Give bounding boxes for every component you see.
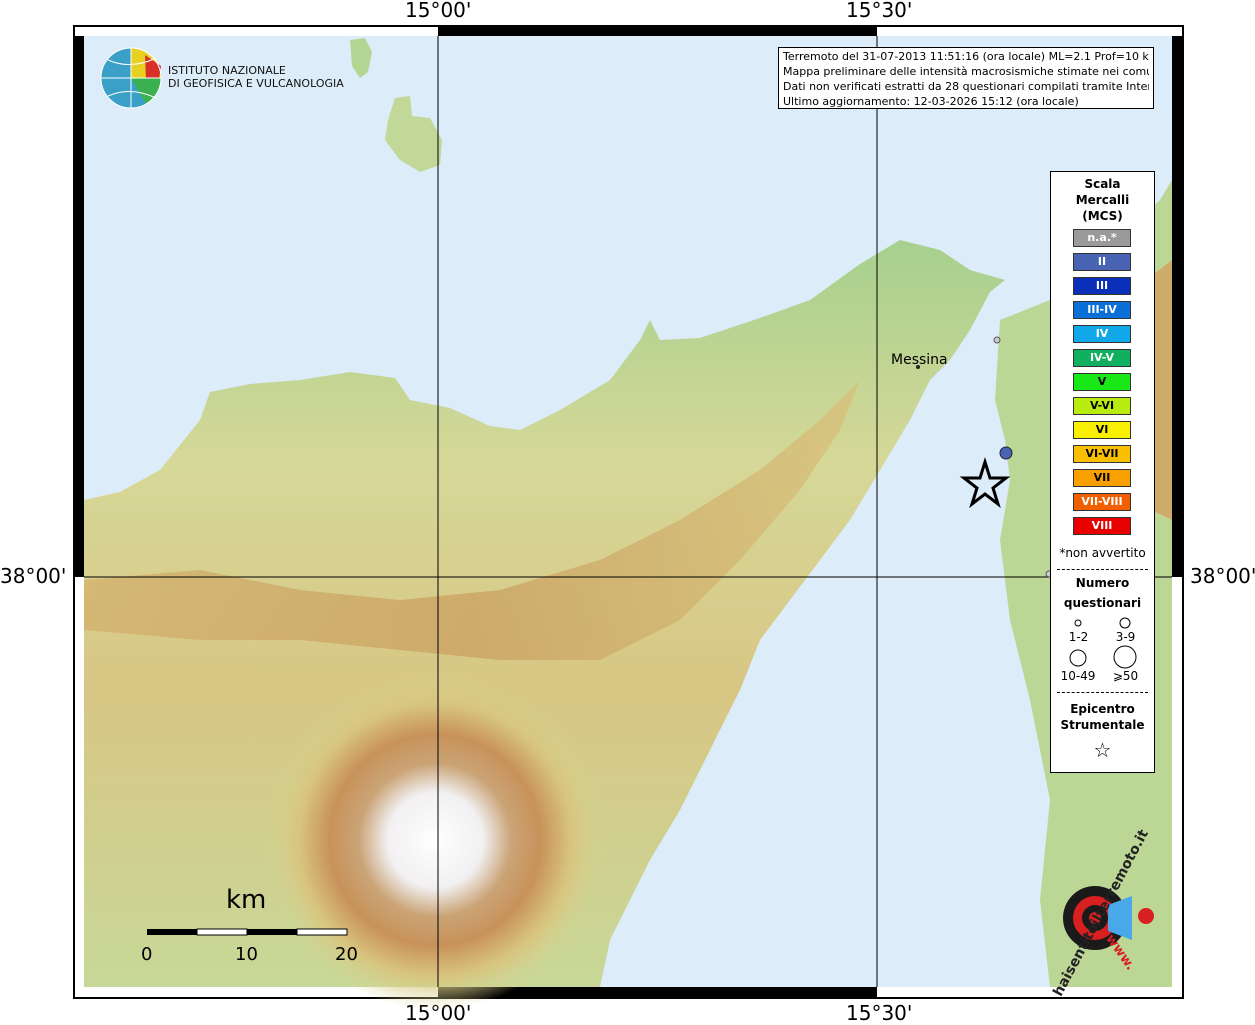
legend-separator-2 <box>1057 692 1148 693</box>
legend-count-title-2: questionari <box>1063 596 1142 610</box>
legend-swatch-12: VIII <box>1073 517 1131 535</box>
legend-title-1: Scala <box>1084 177 1121 191</box>
legend-swatch-7: V-VI <box>1073 397 1131 415</box>
legend-swatch-0: n.a.* <box>1073 229 1131 247</box>
legend-size-label-2: 3-9 <box>1115 630 1136 644</box>
legend-swatch-6: V <box>1073 373 1131 391</box>
legend-epicenter-title-1: Epicentro <box>1070 702 1135 716</box>
legend-size-label-4: ⩾50 <box>1112 669 1139 683</box>
scale-unit: km <box>226 885 267 915</box>
institute-line-1: ISTITUTO NAZIONALE <box>168 64 286 77</box>
frame-bar-left <box>74 36 84 577</box>
scale-tick-10: 10 <box>235 944 258 965</box>
legend-swatch-11: VII-VIII <box>1073 493 1131 511</box>
frame-bar-top <box>438 26 877 36</box>
legend-swatch-3: III-IV <box>1073 301 1131 319</box>
legend-circle-50 <box>1113 645 1137 669</box>
legend-title-3: (MCS) <box>1082 209 1123 223</box>
institute-name: ISTITUTO NAZIONALE DI GEOFISICA E VULCAN… <box>168 64 344 90</box>
legend-title-2: Mercalli <box>1075 193 1130 207</box>
intensity-point-ii <box>999 446 1013 460</box>
earthquake-info-box: Terremoto del 31-07-2013 11:51:16 (ora l… <box>778 47 1154 109</box>
scale-tick-0: 0 <box>141 944 153 965</box>
info-line-3: Dati non verificati estratti da 28 quest… <box>783 80 1149 93</box>
etna-volcano <box>265 670 605 1010</box>
scale-bar <box>147 928 348 936</box>
legend-swatch-1: II <box>1073 253 1131 271</box>
frame-bar-right <box>1172 36 1182 577</box>
place-label-messina: Messina <box>891 352 948 368</box>
info-line-2: Mappa preliminare delle intensità macros… <box>783 65 1149 78</box>
info-line-1: Terremoto del 31-07-2013 11:51:16 (ora l… <box>783 50 1149 63</box>
legend-swatch-4: IV <box>1073 325 1131 343</box>
legend-circle-1-2 <box>1074 619 1082 627</box>
legend-circle-10-49 <box>1069 649 1087 667</box>
ingv-logo-globe <box>100 47 162 109</box>
legend-circle-3-9 <box>1119 617 1131 629</box>
info-line-4: Ultimo aggiornamento: 12-03-2026 15:12 (… <box>783 95 1079 108</box>
legend-epicenter-star-icon: ☆ <box>1093 738 1112 762</box>
legend-size-label-3: 10-49 <box>1060 669 1096 683</box>
place-marker-1 <box>993 336 1001 344</box>
scale-tick-20: 20 <box>335 944 358 965</box>
legend-separator-1 <box>1057 569 1148 570</box>
legend-size-circles <box>1069 617 1137 669</box>
institute-line-2: DI GEOFISICA E VULCANOLOGIA <box>168 77 344 90</box>
legend-note: *non avvertito <box>1059 546 1146 560</box>
legend-size-label-1: 1-2 <box>1068 630 1089 644</box>
legend-swatch-5: IV-V <box>1073 349 1131 367</box>
legend-panel: Scala Mercalli (MCS) n.a.* II III III-IV IV I… <box>1050 171 1155 773</box>
legend-swatch-8: VI <box>1073 421 1131 439</box>
legend-epicenter-title-2: Strumentale <box>1060 718 1145 732</box>
legend-swatch-10: VII <box>1073 469 1131 487</box>
legend-swatch-2: III <box>1073 277 1131 295</box>
legend-swatch-9: VI-VII <box>1073 445 1131 463</box>
legend-count-title-1: Numero <box>1075 576 1130 590</box>
